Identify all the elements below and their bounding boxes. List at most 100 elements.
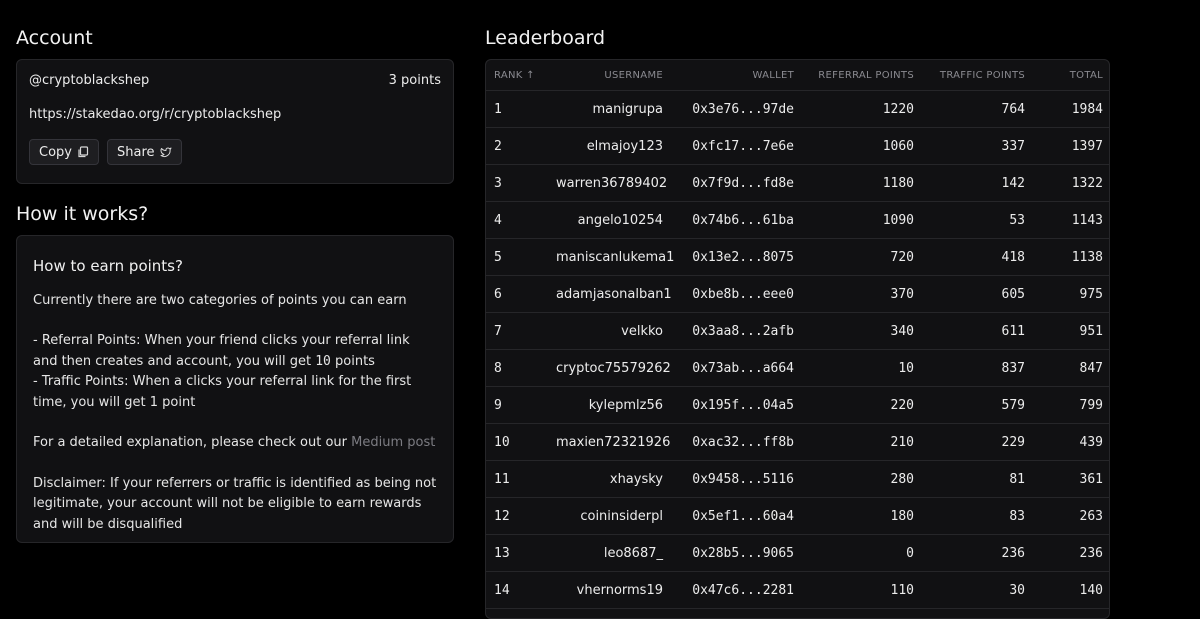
account-points: 3 points — [388, 73, 441, 88]
cell-referral-points: 10 — [802, 349, 922, 387]
cell-wallet: 0x5ef1...60a4 — [671, 497, 802, 535]
table-row[interactable]: 8 cryptoc75579262 0x73ab...a664 10 837 847 — [486, 349, 1109, 387]
cell-username: xhaysky — [548, 460, 671, 498]
cell-total: 951 — [1033, 312, 1109, 350]
cell-username: elmajoy123 — [548, 127, 671, 165]
cell-traffic-points: 837 — [922, 349, 1033, 387]
how-it-works-card: How to earn points? Currently there are … — [16, 235, 454, 543]
referral-link[interactable]: https://stakedao.org/r/cryptoblackshep — [29, 107, 441, 122]
leaderboard-body: 1 manigrupa 0x3e76...97de 1220 764 1984 2 elmaj… — [486, 90, 1109, 609]
cell-wallet: 0x28b5...9065 — [671, 534, 802, 572]
account-card: @cryptoblackshep 3 points https://staked… — [16, 59, 454, 184]
cell-referral-points: 1180 — [802, 164, 922, 202]
cell-rank: 12 — [486, 497, 548, 535]
leaderboard-card: RANK ↑ USERNAME WALLET REFERRAL POINTS T… — [485, 59, 1110, 619]
cell-total: 799 — [1033, 386, 1109, 424]
cell-wallet: 0x9458...5116 — [671, 460, 802, 498]
left-column: Account @cryptoblackshep 3 points https:… — [16, 26, 454, 543]
right-column: Leaderboard RANK ↑ USERNAME WALLET REFER… — [485, 26, 1110, 619]
cell-wallet: 0xbe8b...eee0 — [671, 275, 802, 313]
cell-referral-points: 280 — [802, 460, 922, 498]
cell-rank: 8 — [486, 349, 548, 387]
table-row[interactable]: 11 xhaysky 0x9458...5116 280 81 361 — [486, 460, 1109, 498]
cell-username: coininsiderpl — [548, 497, 671, 535]
table-row[interactable]: 9 kylepmlz56 0x195f...04a5 220 579 799 — [486, 386, 1109, 424]
cell-referral-points: 370 — [802, 275, 922, 313]
table-row[interactable]: 3 warren36789402 0x7f9d...fd8e 1180 142 1322 — [486, 164, 1109, 202]
cell-username: warren36789402 — [548, 164, 671, 202]
cell-wallet: 0x195f...04a5 — [671, 386, 802, 424]
cell-traffic-points: 764 — [922, 90, 1033, 128]
col-header-referral-points[interactable]: REFERRAL POINTS — [802, 60, 922, 91]
cell-traffic-points: 53 — [922, 201, 1033, 239]
cell-rank: 7 — [486, 312, 548, 350]
cell-total: 236 — [1033, 534, 1109, 572]
cell-rank: 2 — [486, 127, 548, 165]
cell-traffic-points: 337 — [922, 127, 1033, 165]
cell-referral-points: 720 — [802, 238, 922, 276]
cell-username: velkko — [548, 312, 671, 350]
cell-wallet: 0xfc17...7e6e — [671, 127, 802, 165]
copy-button[interactable]: Copy — [29, 139, 99, 165]
table-row[interactable]: 14 vhernorms19 0x47c6...2281 110 30 140 — [486, 571, 1109, 609]
cell-wallet: 0x3e76...97de — [671, 90, 802, 128]
account-summary: @cryptoblackshep 3 points — [29, 73, 441, 88]
table-row[interactable]: 2 elmajoy123 0xfc17...7e6e 1060 337 1397 — [486, 127, 1109, 165]
col-header-rank-label: RANK — [494, 69, 523, 81]
account-actions: Copy Share — [29, 139, 441, 165]
cell-total: 1143 — [1033, 201, 1109, 239]
cell-rank: 5 — [486, 238, 548, 276]
cell-total: 1397 — [1033, 127, 1109, 165]
cell-wallet: 0x47c6...2281 — [671, 571, 802, 609]
cell-total: 439 — [1033, 423, 1109, 461]
cell-traffic-points: 236 — [922, 534, 1033, 572]
how-it-works-heading: How it works? — [16, 203, 149, 225]
cell-total: 361 — [1033, 460, 1109, 498]
cell-referral-points: 110 — [802, 571, 922, 609]
cell-traffic-points: 605 — [922, 275, 1033, 313]
cell-rank: 6 — [486, 275, 548, 313]
table-row[interactable]: 13 leo8687_ 0x28b5...9065 0 236 236 — [486, 534, 1109, 572]
explanation-prefix: For a detailed explanation, please check… — [33, 435, 352, 450]
leaderboard-heading: Leaderboard — [485, 27, 606, 49]
cell-referral-points: 0 — [802, 534, 922, 572]
cell-username: vhernorms19 — [548, 571, 671, 609]
cell-wallet: 0x73ab...a664 — [671, 349, 802, 387]
twitter-icon — [160, 147, 171, 157]
col-header-traffic-points[interactable]: TRAFFIC POINTS — [922, 60, 1033, 91]
col-header-username[interactable]: USERNAME — [548, 60, 671, 91]
leaderboard-table: RANK ↑ USERNAME WALLET REFERRAL POINTS T… — [486, 60, 1109, 609]
cell-wallet: 0xac32...ff8b — [671, 423, 802, 461]
medium-post-link[interactable]: Medium post — [351, 435, 435, 450]
cell-total: 1984 — [1033, 90, 1109, 128]
cell-total: 1322 — [1033, 164, 1109, 202]
cell-username: maniscanlukema1 — [548, 238, 674, 276]
col-header-wallet[interactable]: WALLET — [671, 60, 802, 91]
table-row[interactable]: 4 angelo10254 0x74b6...61ba 1090 53 1143 — [486, 201, 1109, 239]
cell-rank: 3 — [486, 164, 548, 202]
table-row[interactable]: 5 maniscanlukema1 0x13e2...8075 720 418 1138 — [486, 238, 1109, 276]
cell-traffic-points: 229 — [922, 423, 1033, 461]
cell-total: 140 — [1033, 571, 1109, 609]
cell-traffic-points: 81 — [922, 460, 1033, 498]
table-row[interactable]: 7 velkko 0x3aa8...2afb 340 611 951 — [486, 312, 1109, 350]
cell-rank: 14 — [486, 571, 548, 609]
cell-rank: 4 — [486, 201, 548, 239]
cell-referral-points: 180 — [802, 497, 922, 535]
cell-referral-points: 1090 — [802, 201, 922, 239]
cell-total: 975 — [1033, 275, 1109, 313]
how-subtitle: How to earn points? — [33, 257, 183, 275]
table-row[interactable]: 10 maxien72321926 0xac32...ff8b 210 229 439 — [486, 423, 1109, 461]
col-header-rank[interactable]: RANK ↑ — [486, 60, 548, 91]
leaderboard-header-row: RANK ↑ USERNAME WALLET REFERRAL POINTS T… — [486, 60, 1109, 91]
cell-total: 263 — [1033, 497, 1109, 535]
cell-traffic-points: 579 — [922, 386, 1033, 424]
table-row[interactable]: 12 coininsiderpl 0x5ef1...60a4 180 83 263 — [486, 497, 1109, 535]
cell-wallet: 0x3aa8...2afb — [671, 312, 802, 350]
col-header-total[interactable]: TOTAL — [1033, 60, 1109, 91]
share-button[interactable]: Share — [106, 139, 182, 165]
referral-points-text: - Referral Points: When your friend clic… — [33, 331, 437, 372]
table-row[interactable]: 1 manigrupa 0x3e76...97de 1220 764 1984 — [486, 90, 1109, 128]
cell-traffic-points: 83 — [922, 497, 1033, 535]
table-row[interactable]: 6 adamjasonalban1 0xbe8b...eee0 370 605 975 — [486, 275, 1109, 313]
